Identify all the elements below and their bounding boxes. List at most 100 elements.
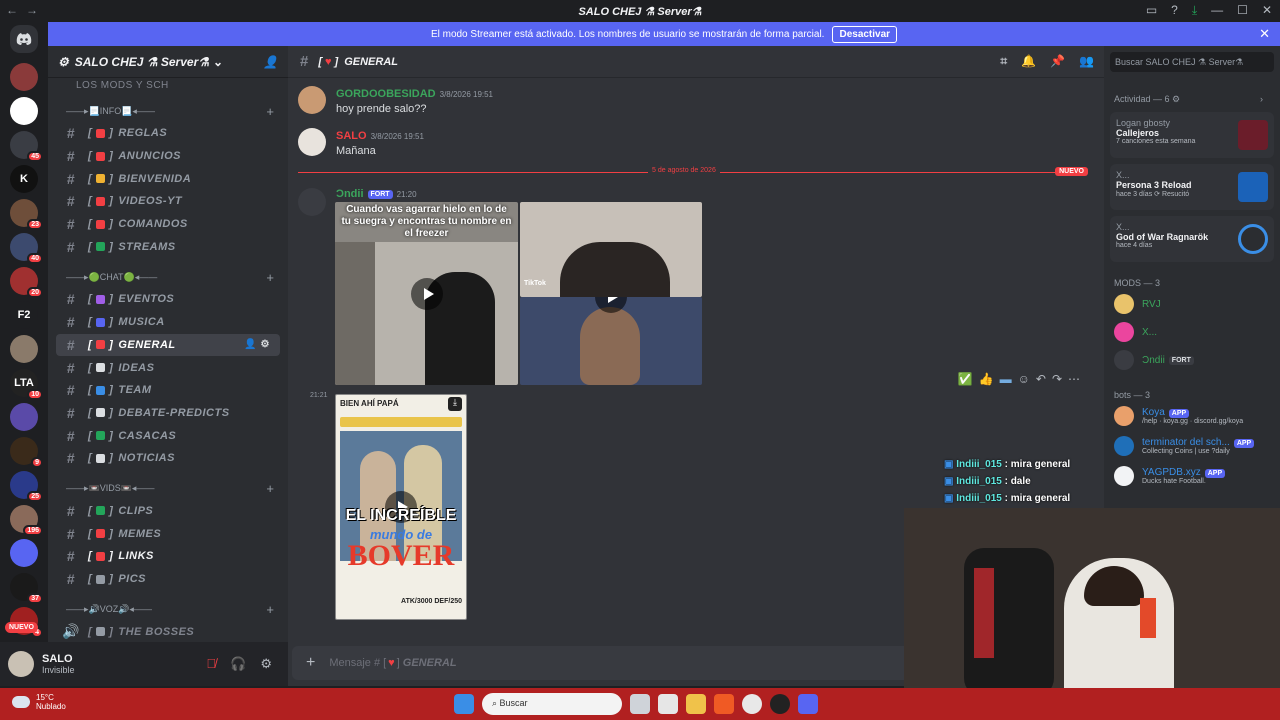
server-icon[interactable] — [10, 97, 38, 125]
channel-item[interactable]: # [] ANUNCIOS — [56, 145, 280, 168]
member-item[interactable]: X... — [1114, 322, 1157, 342]
pin-icon[interactable]: 📌 — [1050, 54, 1065, 69]
member-list-icon[interactable]: 👥 — [1079, 54, 1094, 69]
category-header[interactable]: ——▸🔊VOZ🔊◂—— + — [56, 598, 280, 620]
avatar[interactable] — [298, 128, 326, 156]
channel-item[interactable]: # [] CASACAS — [56, 424, 280, 447]
store-icon[interactable] — [658, 694, 678, 714]
member-item[interactable]: YAGPDB.xyz APP Ducks hate Football. — [1114, 466, 1226, 486]
category-header[interactable]: ——▸📼VIDS📼◂—— + — [56, 478, 280, 500]
channel-item[interactable]: 🔊 [] THE BOSSES — [56, 620, 280, 643]
server-icon[interactable]: 37 — [10, 573, 43, 604]
explorer-icon[interactable] — [686, 694, 706, 714]
maximize-icon[interactable]: ☐ — [1237, 3, 1248, 18]
discord-icon[interactable] — [798, 694, 818, 714]
add-reaction-icon[interactable]: ☺ — [1018, 372, 1030, 386]
channel-item[interactable]: # [] EVENTOS — [56, 288, 280, 311]
activity-card[interactable]: Logan gbosty Callejeros 7 canciones esta… — [1110, 112, 1274, 158]
add-channel-icon[interactable]: + — [266, 481, 274, 496]
server-icon[interactable]: K — [10, 165, 38, 193]
channel-item[interactable]: # [] BIENVENIDA — [56, 167, 280, 190]
category-header[interactable]: ——▸🟢CHAT🟢◂—— + — [56, 266, 280, 288]
server-icon[interactable]: 25 — [10, 471, 43, 502]
channel-item[interactable]: # [] DEBATE-PREDICTS — [56, 402, 280, 425]
deactivate-button[interactable]: Desactivar — [832, 25, 898, 43]
task-view-icon[interactable] — [630, 694, 650, 714]
video-attachment[interactable]: BIEN AHÍ PAPÁ ⤓ EL INCREÍBLE mundo de BO… — [335, 394, 467, 620]
member-item[interactable]: RVJ — [1114, 294, 1161, 314]
server-icon[interactable]: 196 — [10, 505, 43, 536]
server-header[interactable]: ⚙ SALO CHEJ ⚗ Server⚗ ⌄ 👤 — [48, 46, 288, 78]
obs-icon[interactable] — [742, 694, 762, 714]
forward-icon[interactable]: ↷ — [1052, 372, 1062, 386]
channel-item[interactable]: # [] VIDEOS-YT — [56, 190, 280, 213]
server-icon[interactable]: F2 — [10, 301, 38, 329]
brave-icon[interactable] — [714, 694, 734, 714]
video-attachment[interactable]: Cuando vas agarrar hielo en lo de tu sue… — [335, 202, 518, 385]
server-icon[interactable] — [10, 539, 38, 567]
inbox-icon[interactable]: ▭ — [1146, 3, 1157, 18]
play-icon[interactable] — [410, 277, 443, 310]
channel-item[interactable]: # [] PICS — [56, 568, 280, 591]
flag-icon[interactable]: ▬ — [1000, 372, 1012, 386]
more-icon[interactable]: ⋯ — [1068, 372, 1080, 386]
app-icon[interactable] — [770, 694, 790, 714]
channel-item[interactable]: # [] LINKS — [56, 545, 280, 568]
gear-icon[interactable]: ⚙ — [1172, 94, 1180, 104]
category-header[interactable]: ——▸📃INFO📃◂—— + — [56, 100, 280, 122]
channel-item[interactable]: # [] TEAM — [56, 379, 280, 402]
banner-close-icon[interactable]: ✕ — [1259, 26, 1270, 42]
channel-item[interactable]: # [] REGLAS — [56, 122, 280, 145]
server-icon[interactable]: 9 — [10, 437, 43, 468]
weather-widget[interactable]: 15°C Nublado — [12, 693, 66, 711]
channel-item[interactable]: # [] COMANDOS — [56, 213, 280, 236]
message-author[interactable]: SALO — [336, 130, 367, 142]
chevron-right-icon[interactable]: › — [1260, 94, 1263, 104]
check-icon[interactable]: ✅ — [958, 372, 973, 386]
server-icon[interactable] — [10, 403, 38, 431]
channel-item[interactable]: # [] STREAMS — [56, 235, 280, 258]
avatar[interactable] — [8, 651, 34, 677]
download-icon[interactable]: ⤓ — [1192, 3, 1197, 18]
download-icon[interactable]: ⤓ — [448, 397, 462, 411]
channel-item[interactable]: # [] MUSICA — [56, 311, 280, 334]
reply-icon[interactable]: ↶ — [1036, 372, 1046, 386]
taskbar-search[interactable]: ⌕ Buscar — [482, 693, 622, 715]
attach-plus-icon[interactable]: + — [306, 654, 315, 672]
search-input[interactable]: Buscar SALO CHEJ ⚗ Server⚗ — [1110, 52, 1274, 72]
message-author[interactable]: GORDOOBESIDAD — [336, 88, 436, 100]
add-member-icon[interactable]: 👤 — [263, 55, 278, 69]
windows-start-icon[interactable] — [454, 694, 474, 714]
server-icon[interactable]: 40 — [10, 233, 43, 264]
settings-gear-icon[interactable]: ⚙ — [260, 656, 272, 672]
video-attachment[interactable]: TikTok — [520, 202, 702, 297]
channel-item[interactable]: # [] MEMES — [56, 522, 280, 545]
server-icon[interactable] — [10, 63, 38, 91]
server-icon[interactable]: 45 — [10, 131, 43, 162]
activity-card[interactable]: X... Persona 3 Reload hace 3 días ⟳ Resu… — [1110, 164, 1274, 210]
thumbs-up-icon[interactable]: 👍 — [979, 372, 994, 386]
video-attachment[interactable] — [520, 297, 702, 385]
server-icon[interactable]: LTA 10 — [10, 369, 43, 400]
server-icon[interactable]: 20 — [10, 267, 43, 298]
help-icon[interactable]: ? — [1171, 3, 1178, 18]
channel-cut-top[interactable]: LOS MODS Y SCH — [56, 78, 280, 92]
channel-item[interactable]: # [] GENERAL 👤 ⚙ — [56, 333, 280, 357]
mic-muted-icon[interactable]: 🎙̸ — [206, 656, 216, 672]
member-item[interactable]: Koya APP /help · koya.gg · discord.gg/koy… — [1114, 406, 1243, 426]
add-channel-icon[interactable]: + — [266, 270, 274, 285]
minimize-icon[interactable]: — — [1211, 3, 1223, 18]
avatar[interactable] — [298, 188, 326, 216]
discord-home-icon[interactable] — [10, 25, 38, 53]
member-item[interactable]: Ɔndii FORT — [1114, 350, 1194, 370]
member-item[interactable]: terminator del sch... APP Collecting Coin… — [1114, 436, 1255, 456]
server-icon[interactable]: 23 — [10, 199, 43, 230]
server-icon[interactable] — [10, 335, 38, 363]
channel-item[interactable]: # [] IDEAS — [56, 356, 280, 379]
add-channel-icon[interactable]: + — [266, 602, 274, 617]
avatar[interactable] — [298, 86, 326, 114]
threads-icon[interactable]: ⌗ — [1000, 54, 1007, 69]
add-channel-icon[interactable]: + — [266, 104, 274, 119]
activity-card[interactable]: X... God of War Ragnarök hace 4 días — [1110, 216, 1274, 262]
new-badge[interactable]: NUEVO — [5, 622, 38, 633]
